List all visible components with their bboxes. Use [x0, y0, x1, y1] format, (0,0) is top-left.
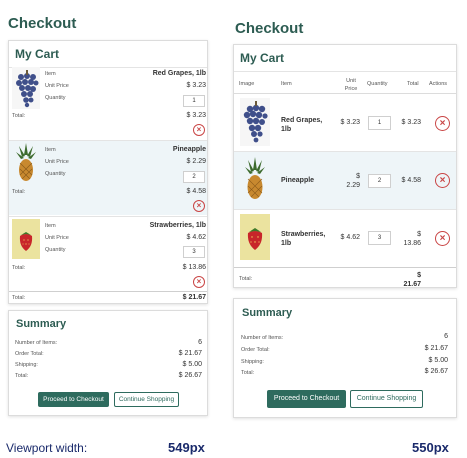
page-title: Checkout [8, 15, 77, 32]
item-label: Item [45, 147, 56, 153]
unit-price-value: $ 2.29 [186, 158, 206, 165]
unit-price-label: Unit Price [45, 83, 69, 89]
remove-button[interactable]: × [435, 116, 450, 131]
summary-label: Order Total: [241, 347, 270, 353]
item-name: Strawberries, 1lb [149, 222, 206, 229]
unit-price-value: $ 2.29 [346, 173, 360, 189]
summary-label: Shipping: [241, 359, 264, 365]
remove-button[interactable]: × [193, 200, 205, 212]
row-total-label: Total: [12, 265, 26, 271]
unit-price-value: $ 4.62 [186, 234, 206, 241]
viewport-left-value: 549px [168, 440, 205, 455]
column-header-image: Image [239, 81, 255, 87]
quantity-input[interactable]: 1 [183, 95, 205, 107]
summary-label: Number of Items: [241, 335, 284, 341]
quantity-label: Quantity [45, 247, 66, 253]
item-name: Red Grapes, 1lb [152, 70, 206, 77]
quantity-input[interactable]: 2 [183, 171, 205, 183]
summary-label: Total: [15, 373, 29, 379]
summary-value: $ 26.67 [178, 372, 202, 379]
item-name: Strawberries, 1lb [281, 231, 326, 247]
summary-value: $ 5.00 [428, 357, 448, 364]
continue-shopping-button[interactable]: Continue Shopping [114, 392, 179, 407]
item-name: Pineapple [172, 146, 206, 153]
summary-value: $ 21.67 [424, 345, 448, 352]
quantity-label: Quantity [45, 95, 66, 101]
summary-value: 6 [444, 333, 448, 340]
summary-title: Summary [242, 307, 293, 319]
summary-value: 6 [198, 339, 202, 346]
unit-price-value: $ 3.23 [340, 119, 360, 126]
row-total-value: $ 4.58 [186, 188, 206, 195]
checkout-button[interactable]: Proceed to Checkout [267, 390, 346, 408]
column-header-item: Item [281, 81, 292, 87]
quantity-input[interactable]: 3 [183, 246, 205, 258]
column-header-quantity: Quantity [367, 81, 388, 87]
quantity-input[interactable]: 3 [368, 231, 391, 245]
close-icon: × [439, 118, 446, 129]
row-total-value: $ 4.58 [401, 177, 421, 184]
close-icon: × [196, 125, 202, 134]
grapes-image [12, 67, 40, 109]
quantity-input[interactable]: 1 [368, 116, 391, 130]
divider [9, 291, 207, 292]
remove-button[interactable]: × [435, 231, 450, 246]
summary-title: Summary [16, 318, 67, 330]
summary-value: $ 5.00 [182, 361, 202, 368]
row-total-value: $ 3.23 [401, 119, 421, 126]
cart-title: My Cart [234, 45, 456, 72]
remove-button[interactable]: × [193, 276, 205, 288]
summary-label: Shipping: [15, 362, 38, 368]
continue-shopping-button[interactable]: Continue Shopping [350, 390, 423, 408]
item-label: Item [45, 223, 56, 229]
row-total-label: Total: [12, 113, 26, 119]
row-total-value: $ 13.86 [182, 264, 206, 271]
summary-value: $ 21.67 [178, 350, 202, 357]
quantity-input[interactable]: 2 [368, 174, 391, 188]
cart-total-value: $ 21.67 [403, 272, 421, 288]
remove-button[interactable]: × [193, 124, 205, 136]
remove-button[interactable]: × [435, 173, 450, 188]
column-header-total: Total [407, 81, 419, 87]
pineapple-image [16, 143, 36, 181]
unit-price-label: Unit Price [45, 235, 69, 241]
viewport-right-value: 550px [412, 440, 449, 455]
unit-price-value: $ 3.23 [186, 82, 206, 89]
summary-label: Number of Items: [15, 340, 58, 346]
summary-value: $ 26.67 [424, 368, 448, 375]
close-icon: × [196, 277, 202, 286]
close-icon: × [439, 175, 446, 186]
cart-total-label: Total: [239, 276, 253, 282]
summary-label: Order Total: [15, 351, 44, 357]
summary-label: Total: [241, 370, 255, 376]
row-total-value: $ 13.86 [403, 231, 421, 247]
viewport-label: Viewport width: [6, 441, 88, 455]
column-header-unit-price: Unit Price [344, 78, 358, 92]
close-icon: × [196, 201, 202, 210]
item-name: Red Grapes, 1lb [281, 117, 323, 133]
row-total-label: Total: [12, 189, 26, 195]
quantity-label: Quantity [45, 171, 66, 177]
strawberry-image [12, 219, 40, 259]
column-header-actions: Actions [429, 81, 448, 87]
pineapple-image [245, 157, 265, 199]
page-title: Checkout [235, 20, 304, 37]
cart-total-value: $ 21.67 [182, 294, 206, 301]
divider [234, 267, 456, 268]
cart-title: My Cart [9, 41, 207, 68]
checkout-button[interactable]: Proceed to Checkout [38, 392, 109, 407]
row-total-value: $ 3.23 [186, 112, 206, 119]
item-label: Item [45, 71, 56, 77]
close-icon: × [439, 233, 446, 244]
grapes-image [240, 98, 270, 146]
strawberry-image [240, 214, 270, 260]
item-name: Pineapple [281, 177, 315, 184]
unit-price-value: $ 4.62 [340, 234, 360, 241]
cart-total-label: Total: [12, 295, 26, 301]
unit-price-label: Unit Price [45, 159, 69, 165]
